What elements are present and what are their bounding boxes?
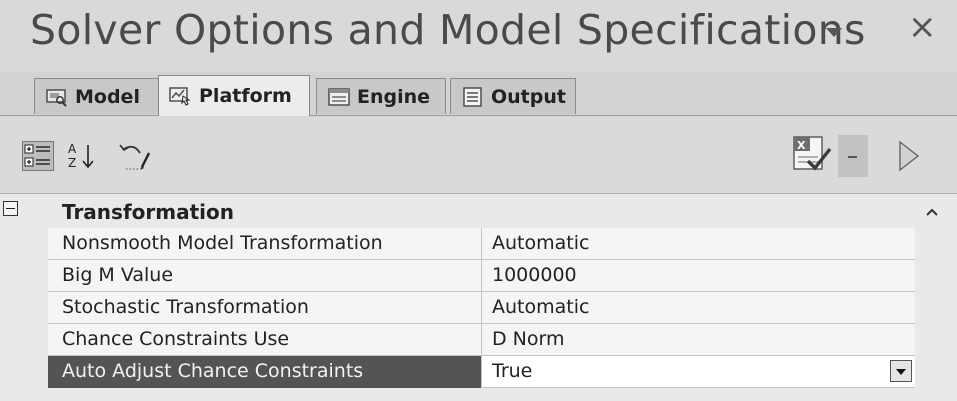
tab-output-label: Output (491, 85, 566, 108)
property-value[interactable]: 1000000 (492, 264, 577, 286)
excel-check-icon[interactable]: X (790, 131, 834, 179)
sort-alphabetical-icon[interactable]: A Z (66, 139, 98, 177)
window-title: Solver Options and Model Specifications (30, 6, 866, 54)
property-value[interactable]: True (492, 360, 532, 382)
property-name: Nonsmooth Model Transformation (62, 232, 383, 254)
undo-icon[interactable] (112, 139, 156, 177)
collapse-icon[interactable] (3, 201, 18, 216)
property-value[interactable]: D Norm (492, 328, 565, 350)
value-dropdown-button[interactable] (890, 360, 912, 382)
title-bar: Solver Options and Model Specifications … (0, 0, 957, 72)
output-icon (461, 86, 485, 107)
property-row[interactable]: Big M Value 1000000 (48, 260, 915, 292)
property-grid: Transformation Nonsmooth Model Transform… (0, 194, 957, 401)
property-toolbar: A Z X (0, 117, 957, 194)
property-value[interactable]: Automatic (492, 232, 589, 254)
column-divider (481, 324, 482, 356)
property-row[interactable]: Chance Constraints Use D Norm (48, 324, 915, 356)
tab-platform[interactable]: Platform (158, 75, 310, 116)
property-name: Auto Adjust Chance Constraints (62, 360, 364, 382)
category-row-transformation[interactable]: Transformation (0, 194, 957, 228)
model-icon (45, 87, 69, 107)
scroll-up-icon[interactable] (925, 202, 939, 221)
tab-baseline (0, 115, 957, 116)
categorized-view-icon[interactable] (22, 141, 54, 175)
property-row[interactable]: Stochastic Transformation Automatic (48, 292, 915, 324)
tab-model-label: Model (75, 85, 140, 108)
property-name: Stochastic Transformation (62, 296, 309, 318)
tab-engine-label: Engine (357, 85, 431, 108)
svg-text:A: A (68, 142, 77, 156)
dropdown-arrow-icon[interactable] (838, 135, 868, 177)
column-divider (481, 260, 482, 292)
tab-model[interactable]: Model (34, 78, 162, 114)
tab-engine[interactable]: Engine (316, 78, 446, 114)
property-row[interactable]: Nonsmooth Model Transformation Automatic (48, 228, 915, 260)
property-name: Chance Constraints Use (62, 328, 290, 350)
column-divider (481, 356, 482, 388)
column-divider (481, 292, 482, 324)
close-icon[interactable]: × (908, 10, 937, 44)
svg-text:Z: Z (68, 156, 76, 170)
tab-platform-label: Platform (199, 85, 292, 107)
engine-icon (327, 87, 351, 107)
platform-icon (169, 86, 193, 106)
tab-output[interactable]: Output (450, 78, 576, 114)
column-divider (481, 228, 482, 260)
run-arrow-icon[interactable] (896, 139, 922, 177)
property-row-selected[interactable]: Auto Adjust Chance Constraints True (48, 356, 915, 388)
svg-text:X: X (797, 139, 806, 152)
property-name: Big M Value (62, 264, 174, 286)
tab-strip: Model Platform Engine Output (0, 72, 957, 116)
pane-menu-arrow-icon[interactable] (826, 28, 842, 37)
property-value[interactable]: Automatic (492, 296, 589, 318)
category-label: Transformation (62, 200, 234, 224)
